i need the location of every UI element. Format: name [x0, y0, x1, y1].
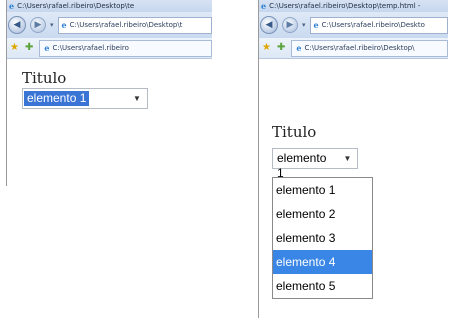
ie-page-icon: e: [313, 20, 319, 30]
tab-label: C:\Users\rafael.ribeiro: [52, 44, 129, 52]
ie-page-icon: e: [296, 43, 302, 53]
ie-page-icon: e: [44, 43, 50, 53]
favorites-bar: ★ ✚ e C:\Users\rafael.ribeiro\Desktop\: [258, 38, 448, 59]
select-value: elemento 1: [277, 151, 327, 180]
star-icon[interactable]: ★: [10, 43, 19, 53]
address-bar[interactable]: e C:\Users\rafael.ribeiro\Deskto: [309, 16, 448, 34]
ie-page-icon: e: [261, 1, 267, 11]
address-text: C:\Users\rafael.ribeiro\Desktop\t: [69, 21, 183, 29]
title-bar: e C:\Users\rafael.ribeiro\Desktop\te: [6, 0, 212, 12]
address-bar[interactable]: e C:\Users\rafael.ribeiro\Desktop\t: [57, 16, 212, 34]
select-value: elemento 1: [24, 91, 90, 106]
add-favorite-icon[interactable]: ✚: [25, 43, 33, 53]
window-title: C:\Users\rafael.ribeiro\Desktop\te: [17, 2, 135, 10]
chevron-down-icon[interactable]: ▼: [127, 94, 147, 103]
tab-current[interactable]: e C:\Users\rafael.ribeiro: [39, 39, 212, 57]
browser-window-right: e C:\Users\rafael.ribeiro\Desktop\temp.h…: [258, 0, 448, 318]
chevron-down-icon[interactable]: ▼: [338, 154, 357, 163]
list-item[interactable]: elemento 2: [273, 202, 372, 226]
page-edge: [258, 0, 259, 318]
page-title: Titulo: [272, 123, 317, 141]
favorites-bar: ★ ✚ e C:\Users\rafael.ribeiro: [6, 38, 212, 59]
list-item[interactable]: elemento 1: [273, 178, 372, 202]
browser-window-left: e C:\Users\rafael.ribeiro\Desktop\te ◀ ▶…: [6, 0, 212, 186]
element-select[interactable]: elemento 1 ▼: [272, 148, 358, 180]
list-item[interactable]: elemento 5: [273, 274, 372, 298]
add-favorite-icon[interactable]: ✚: [277, 43, 285, 53]
address-text: C:\Users\rafael.ribeiro\Deskto: [321, 21, 425, 29]
forward-arrow-icon[interactable]: ▶: [282, 17, 298, 33]
history-dropdown-icon[interactable]: ▾: [302, 21, 306, 29]
page-title: Titulo: [22, 69, 67, 87]
ie-page-icon: e: [9, 1, 15, 11]
select-options-list: elemento 1 elemento 2 elemento 3 element…: [272, 177, 373, 299]
ie-page-icon: e: [61, 20, 67, 30]
history-dropdown-icon[interactable]: ▾: [50, 21, 54, 29]
page-edge: [6, 0, 7, 186]
tab-label: C:\Users\rafael.ribeiro\Desktop\: [304, 44, 415, 52]
navigation-bar: ◀ ▶ ▾ e C:\Users\rafael.ribeiro\Deskto: [258, 12, 448, 38]
title-bar: e C:\Users\rafael.ribeiro\Desktop\temp.h…: [258, 0, 448, 12]
back-arrow-icon[interactable]: ◀: [8, 16, 26, 34]
list-item-highlighted[interactable]: elemento 4: [273, 250, 372, 274]
navigation-bar: ◀ ▶ ▾ e C:\Users\rafael.ribeiro\Desktop\…: [6, 12, 212, 38]
star-icon[interactable]: ★: [262, 43, 271, 53]
forward-arrow-icon[interactable]: ▶: [30, 17, 46, 33]
tab-current[interactable]: e C:\Users\rafael.ribeiro\Desktop\: [291, 39, 448, 57]
list-item[interactable]: elemento 3: [273, 226, 372, 250]
window-title: C:\Users\rafael.ribeiro\Desktop\temp.htm…: [269, 2, 421, 10]
element-select[interactable]: elemento 1 ▼: [22, 88, 148, 109]
back-arrow-icon[interactable]: ◀: [260, 16, 278, 34]
